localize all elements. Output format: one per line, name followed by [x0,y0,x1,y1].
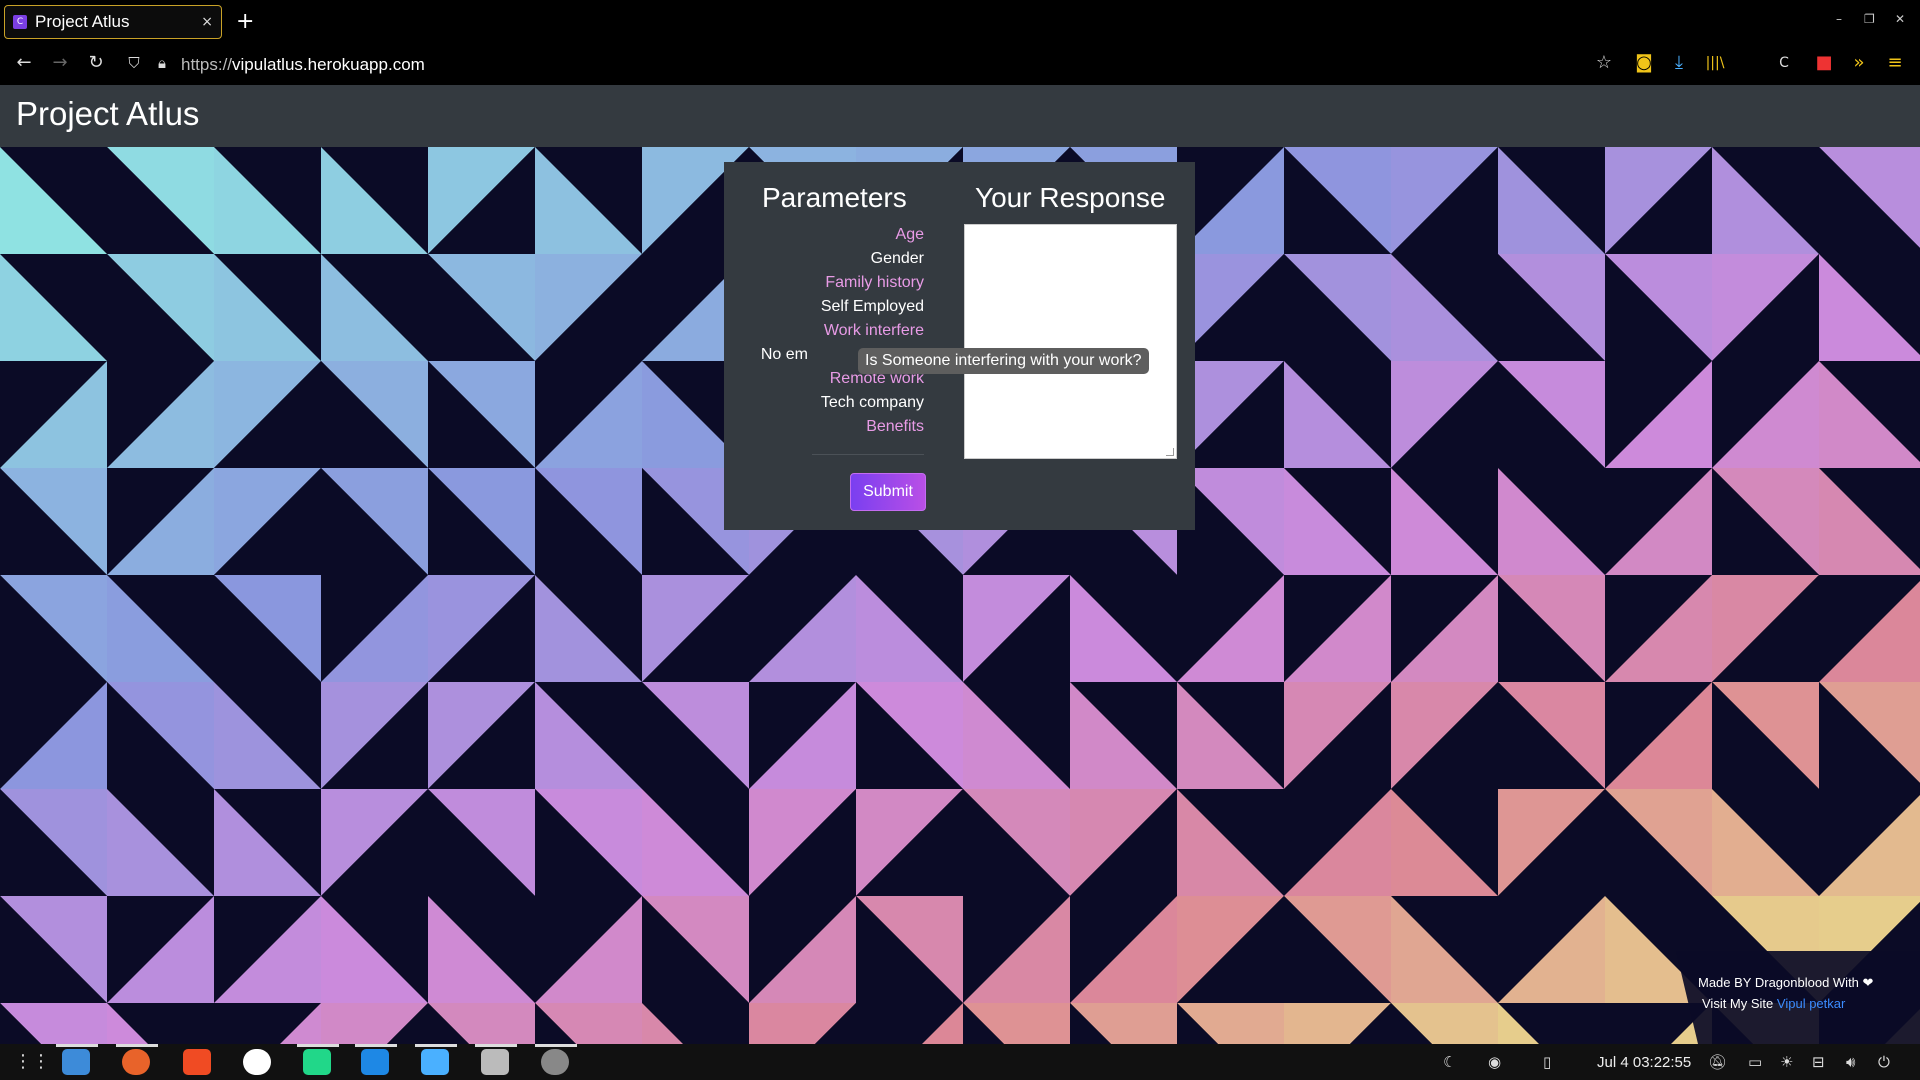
close-window-icon[interactable]: ✕ [1895,12,1905,26]
page-title: Project Atlus [16,95,200,132]
firefox-icon[interactable] [122,1049,150,1075]
tab-project-atlus[interactable]: C Project Atlus × [4,5,222,39]
text-editor-icon[interactable] [421,1049,449,1075]
form-divider [812,454,924,455]
notifications-off-icon[interactable]: 🔕︎ [1708,1053,1727,1071]
response-heading: Your Response [975,182,1166,213]
record-icon[interactable]: ◉ [1488,1053,1501,1071]
active-indicator [297,1044,339,1047]
vipul-petkar-link[interactable]: Vipul petkar [1777,996,1845,1011]
response-textarea[interactable] [964,224,1177,459]
power-icon[interactable]: ⏻ [1878,1053,1890,1071]
files-icon[interactable] [62,1049,90,1075]
active-indicator [475,1044,517,1047]
terminal-icon[interactable] [481,1049,509,1075]
clipboard-icon[interactable]: ▯ [1543,1053,1551,1071]
browser-tab-bar: C Project Atlus × + – ❐ ✕ [0,0,1920,44]
library-icon[interactable]: |||\ [1703,55,1727,71]
param-no-employees[interactable]: No em [761,346,808,364]
address-bar[interactable]: https://vipulatlus.herokuapp.com [181,55,425,75]
param-benefits[interactable]: Benefits [866,418,924,436]
brave-icon[interactable] [183,1049,211,1075]
pocket-icon[interactable]: ◙ [1632,52,1656,73]
credit-site-line: Visit My Site Vipul petkar [1702,996,1845,1011]
new-tab-button[interactable]: + [236,9,254,34]
parameters-heading: Parameters [762,182,907,213]
network-icon[interactable]: ⊟ [1812,1053,1825,1071]
clock[interactable]: Jul 4 03:22:55 [1597,1054,1691,1071]
active-indicator [116,1044,158,1047]
tab-close-icon[interactable]: × [201,14,213,30]
browser-nav-bar: ← → ↻ ⛉ 🔒︎ https://vipulatlus.herokuapp.… [0,44,1920,85]
submit-button[interactable]: Submit [850,473,926,511]
bookmark-star-icon[interactable]: ☆ [1592,52,1616,73]
url-prefix: https:// [181,55,233,74]
param-age[interactable]: Age [896,226,924,244]
extension-icon[interactable]: ■ [1812,52,1836,73]
app-w-icon[interactable] [243,1049,271,1075]
app-grid-icon[interactable]: ⋮⋮ [14,1051,50,1072]
display-icon[interactable]: ▭ [1748,1053,1762,1071]
lock-icon[interactable]: 🔒︎ [150,54,174,72]
sync-icon[interactable]: C [1772,55,1796,71]
volume-icon[interactable]: 🔊︎ [1846,1053,1855,1071]
resize-grip-icon[interactable] [1166,448,1174,456]
param-tech-company[interactable]: Tech company [821,394,924,412]
vscode-icon[interactable] [361,1049,389,1075]
credit-site-label: Visit My Site [1702,996,1774,1011]
param-gender[interactable]: Gender [871,250,924,268]
site-header: Project Atlus [0,85,1920,147]
menu-icon[interactable]: ≡ [1883,52,1907,73]
param-family-history[interactable]: Family history [825,274,924,292]
pycharm-icon[interactable] [303,1049,331,1075]
minimize-window-icon[interactable]: – [1836,12,1842,26]
os-taskbar: ⋮⋮ ☾ ◉ ▯ Jul 4 03:22:55 🔕︎ ▭ ☀ ⊟ 🔊︎ ⏻ [0,1044,1920,1080]
tab-title: Project Atlus [35,12,130,31]
shield-icon[interactable]: ⛉ [122,54,146,72]
active-indicator [535,1044,577,1047]
credit-text: Made BY Dragonblood With ❤ [1698,975,1874,990]
download-icon[interactable]: ⤓ [1667,52,1691,73]
overflow-icon[interactable]: » [1847,52,1871,73]
forward-icon[interactable]: → [48,52,72,73]
night-mode-icon[interactable]: ☾ [1443,1053,1456,1071]
reload-icon[interactable]: ↻ [84,52,108,73]
param-work-interfere[interactable]: Work interfere [824,322,924,340]
restore-window-icon[interactable]: ❐ [1864,12,1875,26]
active-indicator [355,1044,397,1047]
tooltip: Is Someone interfering with your work? [858,348,1149,374]
settings-icon[interactable] [541,1049,569,1075]
footer-credit: Made BY Dragonblood With ❤ Visit My Site… [1676,951,1920,1044]
brightness-icon[interactable]: ☀ [1780,1053,1793,1071]
prediction-form: Parameters Your Response Age Gender Fami… [724,162,1195,530]
site-favicon-icon: C [13,15,27,29]
url-domain: vipulatlus.herokuapp.com [232,55,425,74]
param-self-employed[interactable]: Self Employed [821,298,924,316]
active-indicator [56,1044,98,1047]
back-icon[interactable]: ← [12,52,36,73]
active-indicator [415,1044,457,1047]
